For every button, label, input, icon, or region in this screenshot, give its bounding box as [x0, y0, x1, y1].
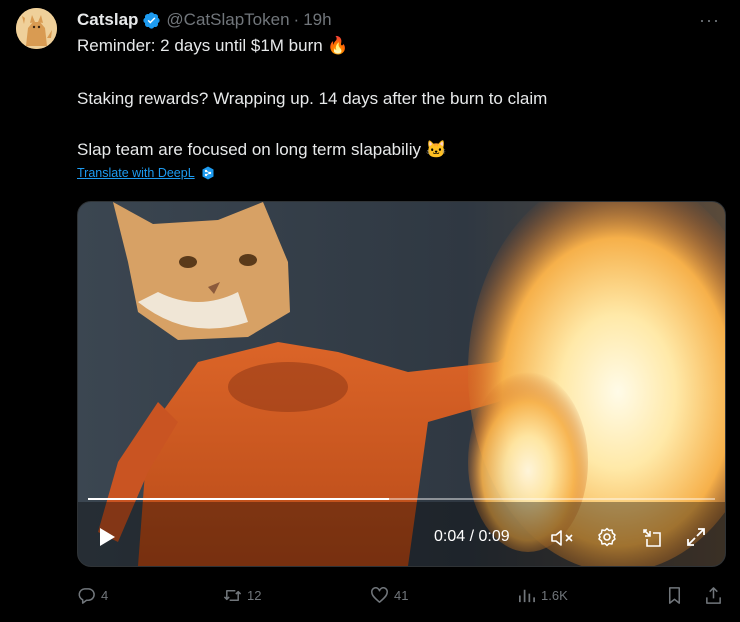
settings-gear-icon[interactable]: [597, 527, 617, 547]
video-timecode: 0:04 / 0:09: [434, 528, 510, 545]
heart-icon: [371, 586, 388, 603]
play-icon[interactable]: [96, 526, 118, 548]
views-button[interactable]: 1.6K: [517, 584, 568, 606]
fullscreen-icon[interactable]: [685, 526, 707, 548]
reply-count: 4: [101, 587, 109, 603]
reply-icon: [78, 587, 95, 604]
post-text-line-3: Slap team are focused on long term slapa…: [77, 140, 447, 159]
post-action-bar: 4 12 41 1.6K: [77, 584, 727, 606]
post-header: Catslap @CatSlapToken · 19h: [77, 9, 332, 31]
cat-avatar-image: [16, 8, 57, 49]
verified-badge-icon: [143, 11, 161, 29]
post-timestamp[interactable]: 19h: [303, 10, 331, 30]
author-name[interactable]: Catslap: [77, 10, 138, 30]
deepl-icon: [202, 166, 214, 180]
avatar[interactable]: [16, 8, 57, 49]
like-button[interactable]: 41: [370, 584, 408, 606]
muted-volume-icon[interactable]: [550, 529, 576, 547]
more-options-icon[interactable]: ···: [699, 10, 720, 31]
repost-count: 12: [247, 587, 262, 603]
bookmark-button[interactable]: [665, 584, 689, 606]
video-progress-bar[interactable]: [88, 498, 715, 500]
reply-button[interactable]: 4: [77, 584, 108, 606]
post-text-line-2: Staking rewards? Wrapping up. 14 days af…: [77, 89, 548, 108]
bookmark-icon: [668, 586, 681, 604]
repost-button[interactable]: 12: [223, 584, 261, 606]
share-button[interactable]: [704, 584, 728, 606]
post-text-line-1: Reminder: 2 days until $1M burn 🔥: [77, 36, 349, 55]
repost-icon: [223, 589, 242, 601]
views-bar-chart-icon: [518, 589, 535, 602]
video-controls: 0:04 / 0:09: [78, 508, 725, 566]
translate-link[interactable]: Translate with DeepL: [77, 166, 215, 180]
video-progress-fill: [88, 498, 389, 500]
like-count: 41: [394, 587, 409, 603]
author-handle[interactable]: @CatSlapToken: [166, 10, 289, 30]
video-player[interactable]: 0:04 / 0:09: [77, 201, 726, 567]
translate-label[interactable]: Translate with DeepL: [77, 166, 195, 180]
share-icon: [706, 586, 721, 604]
picture-in-picture-icon[interactable]: [641, 527, 663, 549]
separator-dot: ·: [293, 10, 300, 29]
views-count: 1.6K: [541, 587, 568, 603]
